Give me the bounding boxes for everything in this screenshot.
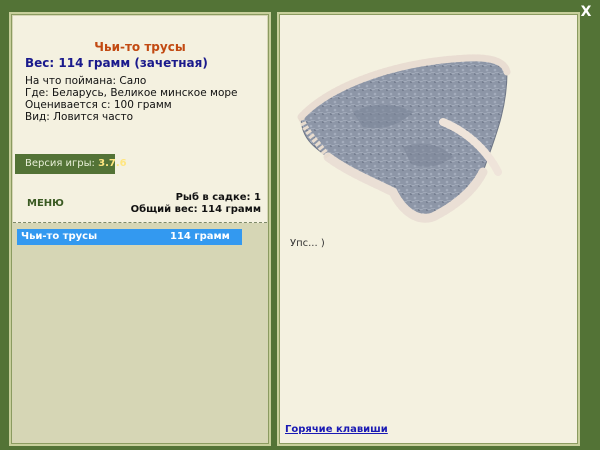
keepnet-item-name: Чьи-то трусы (21, 231, 98, 242)
version-label: Версия игры: (25, 158, 95, 169)
version-badge: Версия игры: 3.7.6 (15, 154, 127, 174)
catch-bait: На что поймана: Сало (25, 75, 147, 87)
close-icon[interactable]: X (578, 4, 594, 20)
catch-image (297, 54, 511, 223)
menu-button[interactable]: МЕНЮ (27, 198, 64, 209)
fish-count: Рыб в садке: 1 (175, 192, 261, 203)
catch-title: Чьи-то трусы (94, 40, 186, 54)
catch-image-panel: Упс... ) Горячие клавиши (277, 12, 580, 446)
keepnet-stats: Рыб в садке: 1 Общий вес: 114 грамм (131, 192, 261, 216)
catch-weight: Вес: 114 грамм (зачетная) (25, 56, 208, 70)
keepnet-item-weight: 114 грамм (170, 231, 230, 242)
version-value: 3.7.6 (98, 158, 127, 169)
keepnet-list-item[interactable]: Чьи-то трусы 114 грамм (17, 229, 242, 245)
catch-valued-from: Оценивается с: 100 грамм (25, 99, 172, 111)
catch-details: Чьи-то трусы Вес: 114 грамм (зачетная) Н… (13, 16, 267, 223)
catch-info-panel: Чьи-то трусы Вес: 114 грамм (зачетная) Н… (9, 12, 271, 446)
total-weight: Общий вес: 114 грамм (130, 204, 261, 215)
message-text: Упс... ) (290, 238, 325, 249)
catch-kind: Вид: Ловится часто (25, 111, 133, 123)
catch-place: Где: Беларусь, Великое минское море (25, 87, 238, 99)
hotkeys-link[interactable]: Горячие клавиши (285, 424, 388, 435)
